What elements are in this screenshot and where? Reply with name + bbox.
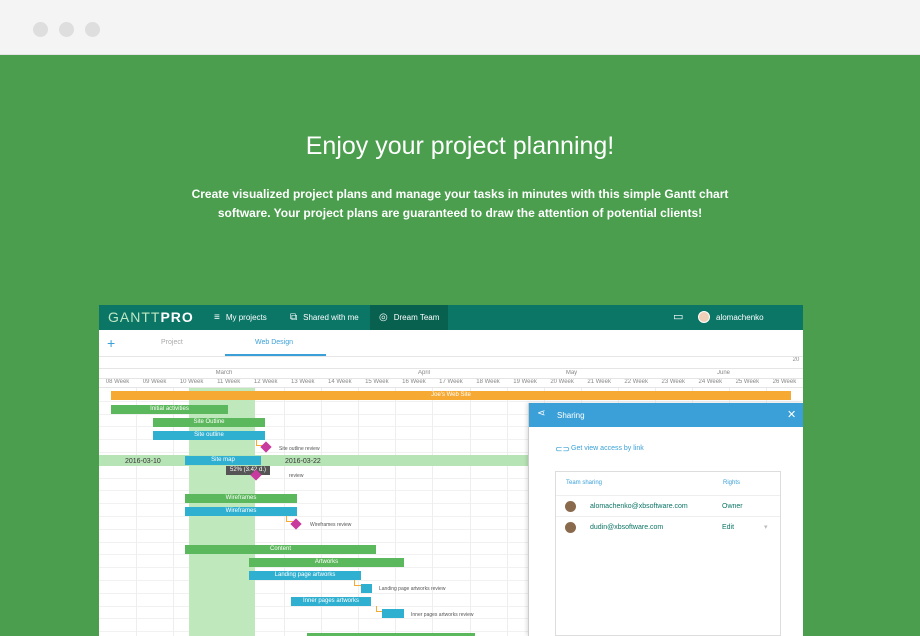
get-view-link[interactable]: Get view access by link <box>571 445 644 452</box>
close-icon[interactable]: ✕ <box>787 408 796 421</box>
task-label: Site outline review <box>279 446 320 452</box>
grid-vline <box>506 388 508 636</box>
timeline-week: 18 Week <box>476 379 500 385</box>
timeline-header: 20 March April May June 08 Week 09 Week 10 Wee… <box>99 357 803 388</box>
timeline-week: 23 Week <box>661 379 686 385</box>
task-bar[interactable]: Landing page artworks <box>249 571 361 580</box>
milestone-bar[interactable] <box>382 609 404 618</box>
grid-vline <box>395 388 397 636</box>
dependency-connector <box>354 580 361 586</box>
timeline-month: June <box>716 370 730 376</box>
share-icon: ⋖ <box>537 408 546 419</box>
window-maximize-dot[interactable] <box>85 22 100 37</box>
tab-project[interactable]: Project <box>161 339 183 346</box>
timeline-week: 10 Week <box>179 379 204 385</box>
add-project-icon[interactable]: + <box>107 335 115 351</box>
grid-vline <box>432 388 434 636</box>
timeline-month: May <box>565 370 578 376</box>
window-minimize-dot[interactable] <box>59 22 74 37</box>
link-icon: ⊂⊃ <box>555 444 571 454</box>
member-email: alomachenko@xbsoftware.com <box>590 503 688 510</box>
task-label: review <box>289 473 304 479</box>
timeline-month: April <box>417 370 430 376</box>
hero-title: Enjoy your project planning! <box>305 132 615 160</box>
member-right[interactable]: Edit <box>722 524 734 531</box>
timeline-week: 13 Week <box>290 379 315 385</box>
avatar <box>565 522 576 533</box>
grid-vline <box>469 388 471 636</box>
task-end-date: 2016-03-22 <box>285 458 321 465</box>
progress-tooltip: 52% (3.42 d.) <box>226 466 271 475</box>
task-bar[interactable]: Initial activities <box>111 405 228 414</box>
timeline-week: 09 Week <box>142 379 167 385</box>
col-rights: Rights <box>723 480 741 486</box>
timeline-week: 15 Week <box>365 379 389 385</box>
team-icon: ◎ <box>379 312 388 323</box>
team-sharing-table: Team sharing Rights alomachenko@xbsoftwa… <box>555 471 781 636</box>
timeline-week: 12 Week <box>253 379 278 385</box>
timeline-week: 22 Week <box>624 379 648 385</box>
timeline-week: 19 Week <box>513 379 537 385</box>
task-label: Inner pages artworks review <box>411 612 474 618</box>
table-row[interactable]: dudin@xbsoftware.com Edit ▾ <box>556 516 780 537</box>
timeline-week: 25 Week <box>735 379 760 385</box>
timeline-week: 16 Week <box>402 379 426 385</box>
grid-vline <box>136 388 138 636</box>
active-tab-underline <box>225 354 326 356</box>
window-close-dot[interactable] <box>33 22 48 37</box>
task-bar[interactable]: Site outline <box>153 431 265 440</box>
task-bar[interactable]: Artworks <box>249 558 404 567</box>
chat-icon[interactable]: ▭ <box>673 310 683 323</box>
table-row[interactable]: alomachenko@xbsoftware.com Owner <box>556 495 780 516</box>
timeline-week: 08 Week <box>105 379 130 385</box>
milestone-bar[interactable] <box>361 584 372 593</box>
task-label: Wireframes review <box>310 522 352 528</box>
timeline-week: 20 Week <box>550 379 574 385</box>
task-bar[interactable]: Site map <box>185 456 261 465</box>
hero-description: Create visualized project plans and mana… <box>191 187 729 220</box>
timeline-scroll-num: 20 <box>792 357 800 363</box>
chevron-down-icon[interactable]: ▾ <box>764 523 768 531</box>
member-email: dudin@xbsoftware.com <box>590 524 664 531</box>
timeline-week: 11 Week <box>217 379 241 385</box>
browser-chrome <box>0 0 920 55</box>
col-team-sharing: Team sharing <box>566 480 603 486</box>
member-right: Owner <box>722 503 743 510</box>
task-bar[interactable]: Site Outline <box>153 418 265 427</box>
timeline-week: 17 Week <box>439 379 463 385</box>
timeline-week: 26 Week <box>772 379 797 385</box>
task-bar[interactable]: Wireframes <box>185 507 297 516</box>
sharing-panel: ⋖ Sharing ✕ ⊂⊃ Get view access by link T… <box>528 403 803 636</box>
task-bar[interactable]: Content <box>185 545 376 554</box>
username[interactable]: alomachenko <box>716 313 764 322</box>
timeline-week: 24 Week <box>698 379 723 385</box>
task-bar[interactable]: Inner pages artworks <box>291 597 371 606</box>
app-topbar: GANTTPRO ≡ My projects ⧉ Shared with me … <box>99 305 803 330</box>
list-icon: ≡ <box>214 312 220 323</box>
timeline-month: March <box>215 370 233 376</box>
task-bar[interactable]: Joe's Web Site <box>111 391 791 400</box>
nav-shared-with-me[interactable]: ⧉ Shared with me <box>281 305 368 330</box>
share-edit-icon: ⧉ <box>290 312 298 323</box>
sharing-title: Sharing <box>557 411 585 420</box>
timeline-week: 14 Week <box>328 379 352 385</box>
project-tabs: + Project Web Design <box>99 330 803 357</box>
avatar <box>565 501 576 512</box>
avatar[interactable] <box>698 311 710 323</box>
task-start-date: 2016-03-10 <box>125 458 161 465</box>
app-logo[interactable]: GANTTPRO <box>108 309 194 325</box>
task-label: Landing page artworks review <box>379 586 446 592</box>
tab-web-design[interactable]: Web Design <box>255 339 293 346</box>
sharing-header: ⋖ Sharing ✕ <box>529 403 803 427</box>
nav-dream-team[interactable]: ◎ Dream Team <box>370 305 449 330</box>
task-bar[interactable]: Wireframes <box>185 494 297 503</box>
app-screenshot: GANTTPRO ≡ My projects ⧉ Shared with me … <box>99 305 803 636</box>
timeline-week: 21 Week <box>587 379 611 385</box>
nav-my-projects[interactable]: ≡ My projects <box>205 305 276 330</box>
